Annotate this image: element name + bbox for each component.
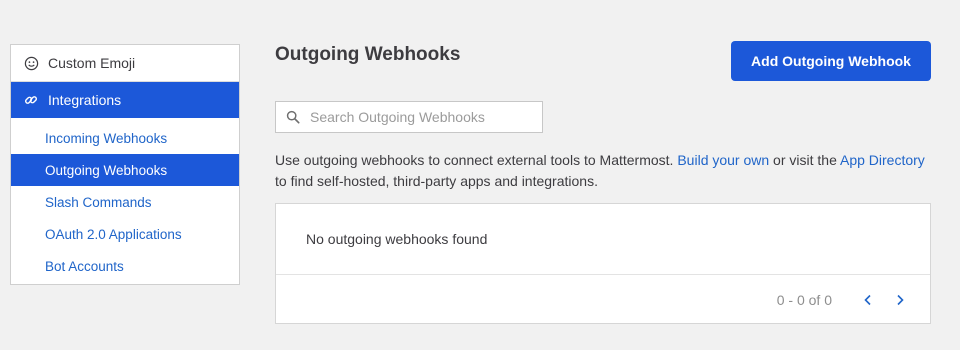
sidebar-item-slash-commands[interactable]: Slash Commands	[11, 186, 239, 218]
smiley-icon	[23, 55, 39, 71]
link-icon	[23, 92, 39, 108]
sidebar-item-integrations[interactable]: Integrations	[11, 82, 239, 118]
add-outgoing-webhook-button[interactable]: Add Outgoing Webhook	[731, 41, 931, 81]
sidebar-item-incoming-webhooks[interactable]: Incoming Webhooks	[11, 122, 239, 154]
sidebar-item-label: Incoming Webhooks	[45, 130, 168, 146]
webhooks-list-panel: No outgoing webhooks found 0 - 0 of 0	[275, 203, 931, 324]
integrations-submenu: Incoming Webhooks Outgoing Webhooks Slas…	[11, 118, 239, 284]
page-title: Outgoing Webhooks	[275, 44, 461, 65]
app-directory-link[interactable]: App Directory	[840, 152, 925, 168]
sidebar-item-bot-accounts[interactable]: Bot Accounts	[11, 250, 239, 282]
sidebar-item-custom-emoji[interactable]: Custom Emoji	[11, 45, 239, 82]
empty-state-message: No outgoing webhooks found	[276, 204, 930, 275]
sidebar-item-label: Slash Commands	[45, 194, 152, 210]
build-your-own-link[interactable]: Build your own	[677, 152, 769, 168]
search-box[interactable]	[275, 101, 543, 133]
sidebar-item-outgoing-webhooks[interactable]: Outgoing Webhooks	[11, 154, 239, 186]
chevron-right-icon	[897, 294, 904, 305]
next-page-button[interactable]	[888, 288, 912, 312]
pagination-count: 0 - 0 of 0	[776, 291, 832, 308]
sidebar-item-label: Custom Emoji	[48, 55, 136, 71]
sidebar-item-label: OAuth 2.0 Applications	[45, 226, 182, 242]
previous-page-button[interactable]	[856, 288, 880, 312]
sidebar-item-label: Bot Accounts	[45, 258, 124, 274]
search-input[interactable]	[308, 108, 542, 126]
chevron-left-icon	[864, 294, 871, 305]
pagination: 0 - 0 of 0	[276, 275, 930, 324]
settings-sidebar: Custom Emoji Integrations Incoming Webho…	[10, 44, 240, 285]
description-text: to find self-hosted, third-party apps an…	[275, 173, 598, 189]
description-text: or visit the	[769, 152, 840, 168]
sidebar-item-label: Integrations	[48, 92, 122, 108]
sidebar-item-label: Outgoing Webhooks	[45, 162, 168, 178]
description-text: Use outgoing webhooks to connect externa…	[275, 152, 678, 168]
sidebar-item-oauth-applications[interactable]: OAuth 2.0 Applications	[11, 218, 239, 250]
integration-description: Use outgoing webhooks to connect externa…	[275, 150, 925, 192]
search-icon	[286, 109, 302, 125]
